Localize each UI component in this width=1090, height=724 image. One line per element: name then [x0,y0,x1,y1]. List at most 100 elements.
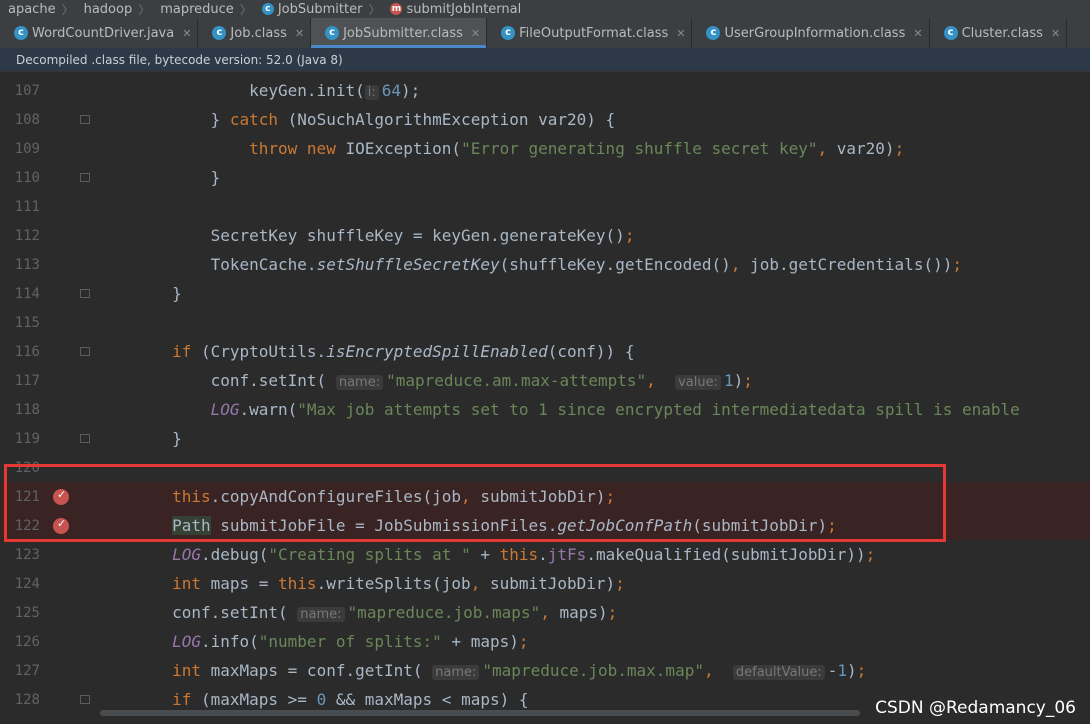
chevron-right-icon: 〉 [239,2,252,17]
method-icon: m [390,3,403,15]
code-text: if (maxMaps >= 0 && maxMaps < maps) { [172,690,529,709]
line-number[interactable]: 118 [0,402,40,418]
breadcrumb-label: mapreduce [160,1,234,17]
fold-icon[interactable] [80,289,90,298]
code-line[interactable]: 125 conf.setInt( name: "mapreduce.job.map… [0,598,1090,627]
code-line[interactable]: 113 TokenCache.setShuffleSecretKey(shuff… [0,250,1090,279]
line-number[interactable]: 108 [0,112,40,128]
close-icon[interactable]: ✕ [471,27,480,40]
fold-icon[interactable] [80,173,90,182]
code-text: } catch (NoSuchAlgorithmException var20)… [95,110,616,129]
code-text: TokenCache.setShuffleSecretKey(shuffleKe… [95,255,962,274]
class-icon: c [943,26,958,40]
line-number[interactable]: 114 [0,286,40,302]
breadcrumb-item[interactable]: apache 〉 [0,1,76,18]
close-icon[interactable]: ✕ [1051,27,1060,40]
decompiled-banner: Decompiled .class file, bytecode version… [0,48,1090,72]
tab-label: WordCountDriver.java [32,25,175,41]
code-line[interactable]: 115 [0,308,1090,337]
code-line[interactable]: 123 LOG.debug("Creating splits at " + th… [0,540,1090,569]
code-line[interactable]: 124 int maps = this.writeSplits(job, sub… [0,569,1090,598]
class-icon: c [261,3,274,15]
code-text: int maxMaps = conf.getInt( name: "mapredu… [172,661,867,680]
breadcrumb-item[interactable]: mapreduce 〉 [152,1,254,18]
chevron-right-icon: 〉 [61,2,74,17]
line-number[interactable]: 110 [0,170,40,186]
breadcrumb-item[interactable]: m submitJobInternal [382,2,523,17]
fold-icon[interactable] [80,695,90,704]
line-number[interactable]: 115 [0,315,40,331]
breadcrumb-label: hadoop [83,1,133,17]
line-number[interactable]: 107 [0,83,40,99]
code-text: LOG.debug("Creating splits at " + this.j… [172,545,876,564]
editor-tab[interactable]: c Job.class ✕ [198,18,312,48]
close-icon[interactable]: ✕ [182,27,191,40]
code-line[interactable]: 114 } [0,279,1090,308]
tab-label: Cluster.class [961,25,1043,41]
line-number[interactable]: 127 [0,663,40,679]
code-text: SecretKey shuffleKey = keyGen.generateKe… [95,226,635,245]
line-number[interactable]: 119 [0,431,40,447]
code-line[interactable]: 118 LOG.warn("Max job attempts set to 1 … [0,395,1090,424]
tab-label: FileOutputFormat.class [519,25,669,41]
line-number[interactable]: 125 [0,605,40,621]
code-text: LOG.warn("Max job attempts set to 1 sinc… [210,400,1020,419]
code-line[interactable]: 111 [0,192,1090,221]
line-number[interactable]: 123 [0,547,40,563]
code-line[interactable]: 112 SecretKey shuffleKey = keyGen.genera… [0,221,1090,250]
code-text: conf.setInt( name: "mapreduce.job.maps", … [95,603,618,622]
code-text: LOG.info("number of splits:" + maps); [172,632,529,651]
breadcrumb-item[interactable]: hadoop 〉 [76,1,153,18]
class-icon: c [706,26,721,40]
code-line[interactable]: 126 LOG.info("number of splits:" + maps)… [0,627,1090,656]
code-line[interactable]: 116 if (CryptoUtils.isEncryptedSpillEnab… [0,337,1090,366]
line-number[interactable]: 126 [0,634,40,650]
editor-tab[interactable]: c UserGroupInformation.class ✕ [692,18,930,48]
tab-label: UserGroupInformation.class [724,25,906,41]
line-number[interactable]: 112 [0,228,40,244]
fold-icon[interactable] [80,347,90,356]
code-text: throw new IOException("Error generating … [249,139,905,158]
editor-tab[interactable]: c JobSubmitter.class ✕ [311,18,488,48]
code-line[interactable]: 109 throw new IOException("Error generat… [0,134,1090,163]
fold-icon[interactable] [80,115,90,124]
code-text: } [95,168,221,187]
code-line[interactable]: 119 } [0,424,1090,453]
code-text: } [95,429,182,448]
class-icon: c [325,26,340,40]
chevron-right-icon: 〉 [138,2,151,17]
editor-tabs: c WordCountDriver.java ✕ c Job.class ✕ c JobSub… [0,18,1090,49]
horizontal-scrollbar[interactable] [100,710,860,716]
line-number[interactable]: 124 [0,576,40,592]
code-line[interactable]: 108 } catch (NoSuchAlgorithmException va… [0,105,1090,134]
code-line[interactable]: 107 keyGen.init(i: 64); [0,76,1090,105]
code-text: } [95,284,182,303]
line-number[interactable]: 128 [0,692,40,708]
fold-icon[interactable] [80,434,90,443]
editor-tab[interactable]: c FileOutputFormat.class ✕ [487,18,693,48]
close-icon[interactable]: ✕ [676,27,685,40]
code-text: conf.setInt( name: "mapreduce.am.max-atte… [95,371,753,390]
code-line[interactable]: 127 int maxMaps = conf.getInt( name: "map… [0,656,1090,685]
line-number[interactable]: 117 [0,373,40,389]
editor-tab[interactable]: c WordCountDriver.java ✕ [0,18,199,48]
code-line[interactable]: 110 } [0,163,1090,192]
close-icon[interactable]: ✕ [295,27,304,40]
line-number[interactable]: 113 [0,257,40,273]
line-number[interactable]: 116 [0,344,40,360]
code-editor[interactable]: 107 keyGen.init(i: 64); 108 } catch (NoSuc… [0,73,1090,724]
tab-label: Job.class [230,25,287,41]
editor-tab[interactable]: c Cluster.class ✕ [930,18,1068,48]
highlight-box [4,464,946,542]
breadcrumb: apache 〉 hadoop 〉 mapreduce 〉 c JobSubmitter 〉 m s… [0,0,1090,18]
watermark: CSDN @Redamancy_06 [875,698,1076,718]
line-number[interactable]: 111 [0,199,40,215]
class-icon: c [14,26,28,40]
breadcrumb-item[interactable]: c JobSubmitter 〉 [254,1,383,18]
breadcrumb-label: apache [8,1,56,17]
close-icon[interactable]: ✕ [913,27,922,40]
breadcrumb-label: JobSubmitter [277,1,363,17]
class-icon: c [212,26,227,40]
code-line[interactable]: 117 conf.setInt( name: "mapreduce.am.max-… [0,366,1090,395]
line-number[interactable]: 109 [0,141,40,157]
